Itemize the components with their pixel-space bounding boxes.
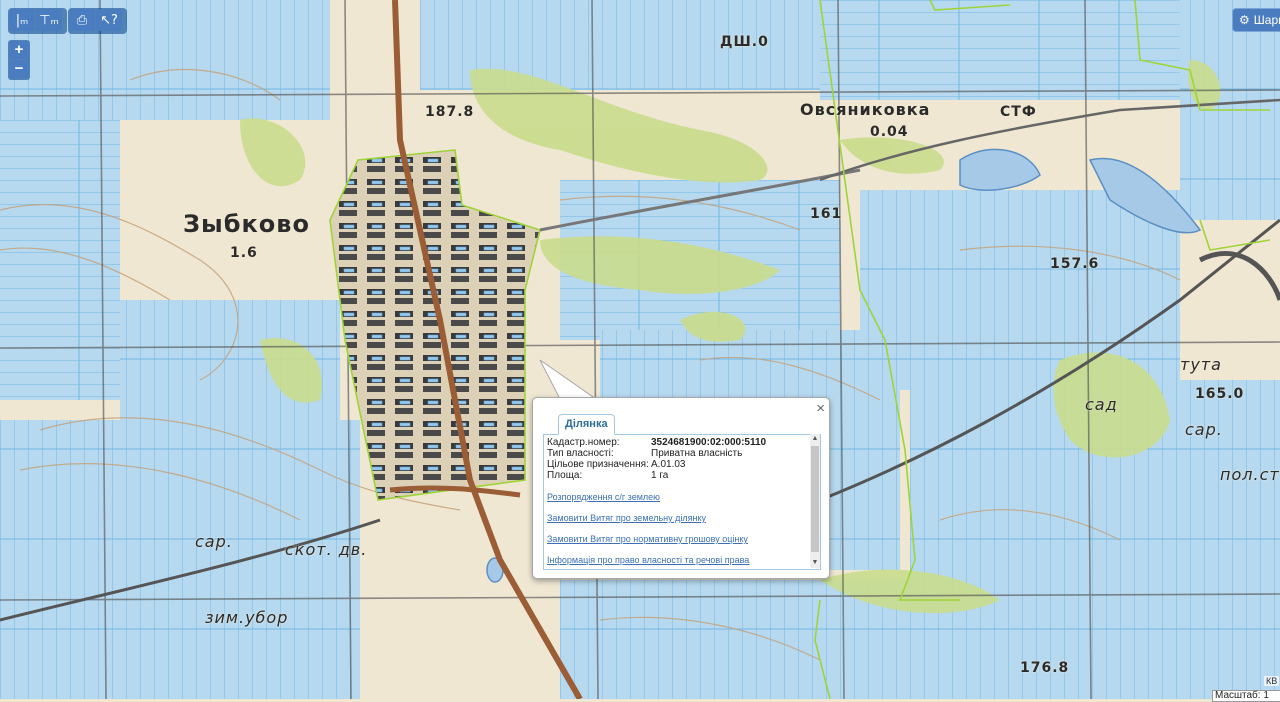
- tools-toolbar: ⎙ ↖?: [68, 8, 127, 34]
- info-key: Площа:: [547, 470, 583, 481]
- cadastral-number: 3524681900:02:000:5110: [651, 437, 767, 448]
- land-disposal-link[interactable]: Розпорядження с/г землею: [544, 492, 820, 502]
- info-row: Цільове призначення: A.01.03: [544, 459, 820, 470]
- village2-label: Овсяниковка: [800, 100, 931, 119]
- barn-label: скот. дв.: [285, 540, 368, 559]
- popup-pointer: [539, 359, 598, 400]
- number-label: 0.04: [870, 124, 909, 140]
- ownership-type: Приватна власність: [651, 448, 743, 459]
- parcel-extract-link[interactable]: Замовити Витяг про земельну ділянку: [544, 513, 820, 523]
- scroll-up-icon[interactable]: ▲: [810, 434, 820, 444]
- info-row: Кадастр.номер: 3524681900:02:000:5110: [544, 437, 820, 448]
- zoom-out-button[interactable]: −: [9, 60, 29, 78]
- layers-label: Шари: [1253, 13, 1280, 27]
- gear-icon: ⚙: [1239, 13, 1250, 27]
- pointer-question-icon[interactable]: ↖?: [96, 9, 122, 31]
- height-label: 176.8: [1020, 660, 1070, 676]
- printer-icon[interactable]: ⎙: [69, 9, 95, 31]
- ruler-area-icon[interactable]: ⊤ₘ: [36, 9, 62, 31]
- popup-links: Розпорядження с/г землею Замовити Витяг …: [544, 492, 820, 565]
- mulberry-label: тута: [1180, 355, 1222, 374]
- height-label: ДШ.0: [720, 34, 769, 50]
- orchard-label: сар.: [1185, 420, 1223, 439]
- height-label: 157.6: [1050, 256, 1100, 272]
- scroll-down-icon[interactable]: ▼: [810, 558, 820, 568]
- field-label: зим.убор: [205, 608, 289, 627]
- zoom-control: + −: [8, 40, 30, 80]
- measure-toolbar: |ₘ ⊤ₘ: [8, 8, 67, 34]
- parcel-info: Кадастр.номер: 3524681900:02:000:5110 Ти…: [544, 434, 820, 481]
- orchard-label: сар.: [195, 532, 233, 551]
- orchard-label: сад: [1085, 395, 1118, 414]
- scale-indicator: Масштаб: 1: [1212, 690, 1280, 702]
- height-label: 165.0: [1195, 386, 1245, 402]
- zoom-in-button[interactable]: +: [9, 41, 29, 59]
- height-label: 1.6: [230, 245, 258, 261]
- purpose-code: A.01.03: [651, 459, 686, 470]
- popup-tabs: Ділянка: [543, 414, 819, 435]
- field-camp-label: пол.ст.: [1220, 465, 1280, 484]
- parcel-popup: × Ділянка Кадастр.номер: 3524681900:02:0…: [532, 397, 830, 579]
- ruler-length-icon[interactable]: |ₘ: [9, 9, 35, 31]
- farm-label: СТФ: [1000, 104, 1037, 120]
- tab-parcel[interactable]: Ділянка: [558, 414, 615, 435]
- scroll-thumb[interactable]: [811, 446, 819, 552]
- height-label: 187.8: [425, 104, 475, 120]
- scale-tag: КВ: [1264, 676, 1280, 686]
- popup-scrollbar[interactable]: ▲ ▼: [810, 434, 820, 568]
- popup-content: Кадастр.номер: 3524681900:02:000:5110 Ти…: [543, 434, 821, 570]
- info-row: Площа: 1 га: [544, 470, 820, 481]
- info-row: Тип власності: Приватна власність: [544, 448, 820, 459]
- valuation-extract-link[interactable]: Замовити Витяг про нормативну грошову оц…: [544, 534, 820, 544]
- cadastral-map[interactable]: [0, 0, 1280, 699]
- layers-button[interactable]: ⚙ Шари: [1232, 8, 1280, 32]
- ownership-info-link[interactable]: Інформація про право власності та речові…: [544, 555, 820, 565]
- info-key: Тип власності:: [547, 448, 614, 459]
- height-label: 161: [810, 206, 843, 222]
- info-key: Цільове призначення:: [547, 459, 649, 470]
- village-label: Зыбково: [183, 210, 310, 238]
- info-key: Кадастр.номер:: [547, 437, 620, 448]
- area-value: 1 га: [651, 470, 669, 481]
